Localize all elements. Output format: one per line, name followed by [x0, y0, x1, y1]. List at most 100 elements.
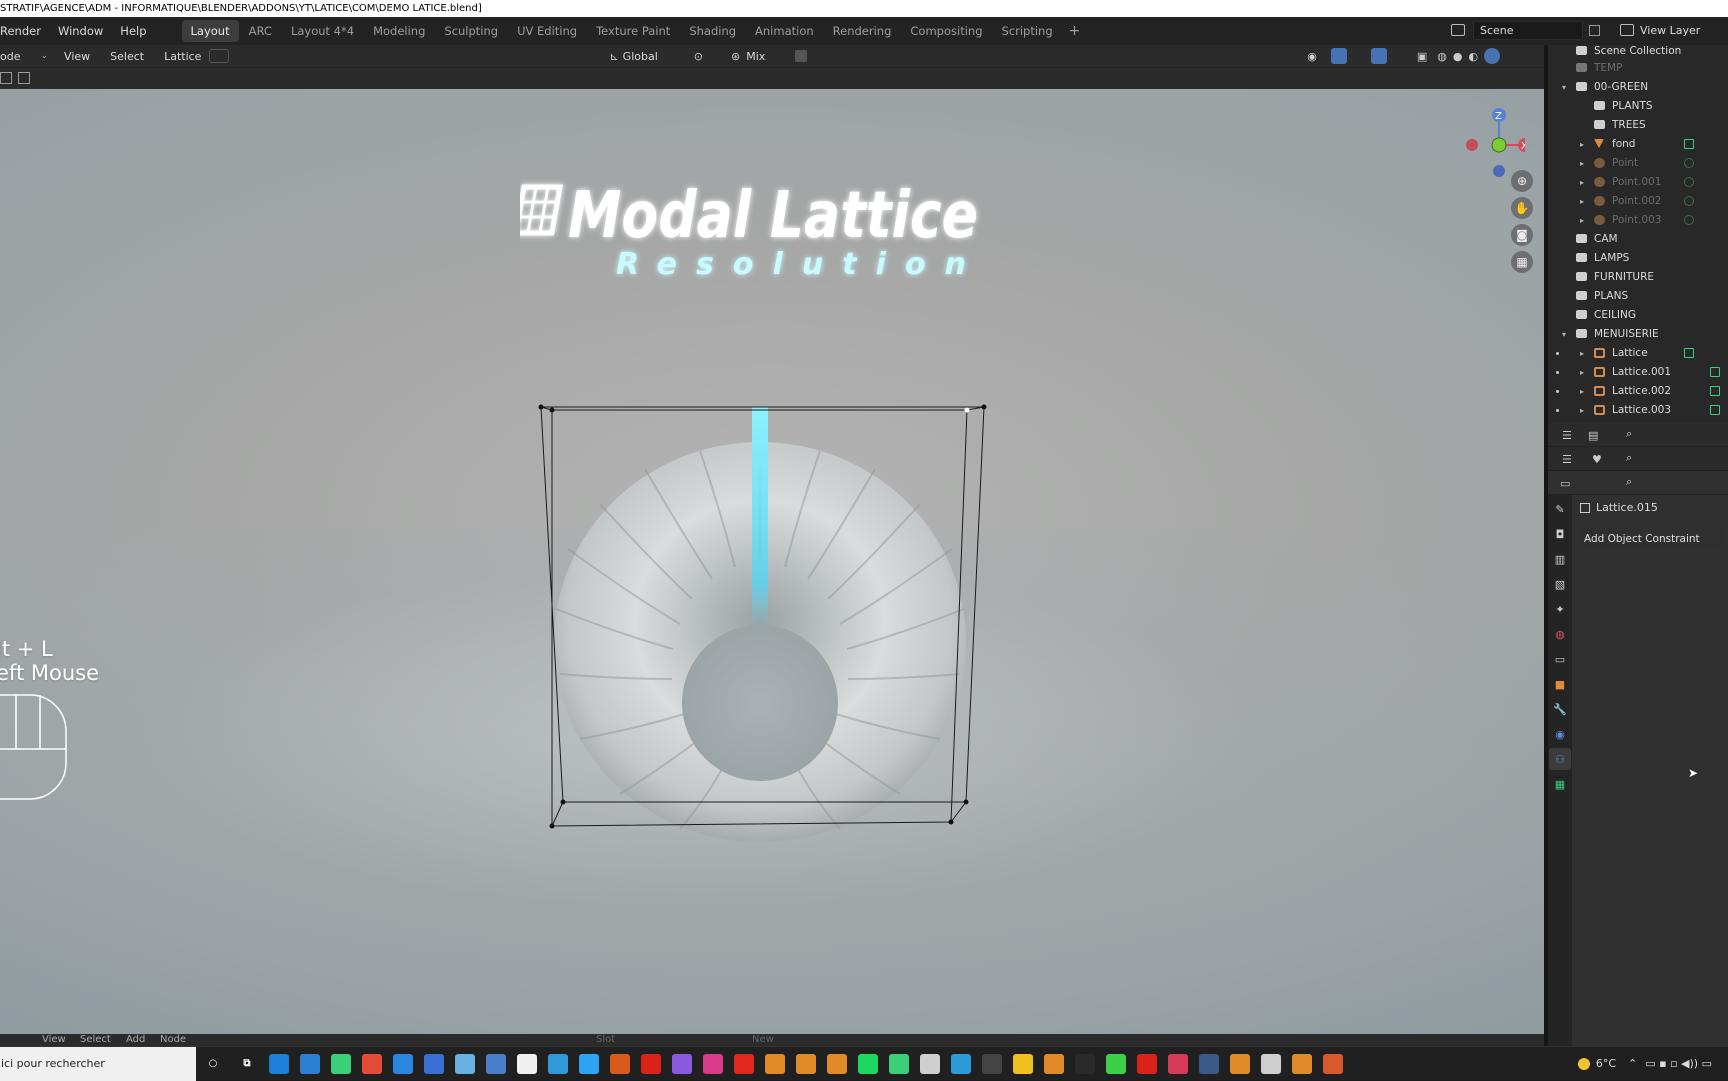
menu-window[interactable]: Window — [58, 24, 112, 38]
3d-viewport[interactable]: Modal Lattice Resolution lt + L eft Mous… — [0, 89, 1544, 1034]
autocad-app-icon[interactable] — [734, 1053, 754, 1074]
tab-texture-paint[interactable]: Texture Paint — [587, 20, 679, 42]
outliner-row-lattice-003[interactable]: ▸ Lattice.003 — [1548, 401, 1728, 420]
visibility-dot-icon[interactable] — [1556, 390, 1559, 393]
acrobat-app-icon[interactable] — [641, 1053, 661, 1074]
taskbar-search-input[interactable]: ici pour rechercher — [0, 1046, 196, 1081]
gizmo-toggle-icon[interactable] — [1330, 48, 1347, 64]
3d-app-icon[interactable] — [889, 1053, 909, 1074]
props-search-icon[interactable]: ⌕ — [1626, 475, 1632, 489]
object-data-icon[interactable] — [1684, 139, 1694, 149]
view-layer-field[interactable]: View Layer — [1640, 24, 1700, 37]
expand-arrow-icon[interactable]: ▸ — [1580, 173, 1584, 192]
expand-arrow-icon[interactable]: ▸ — [1580, 154, 1584, 173]
material-shading-icon[interactable]: ◐ — [1469, 50, 1479, 63]
tab-compositing[interactable]: Compositing — [901, 20, 991, 42]
photoshop-app-icon[interactable] — [579, 1053, 599, 1074]
blender-logo-app-icon[interactable] — [517, 1053, 537, 1074]
app-app-icon[interactable] — [1323, 1053, 1343, 1074]
tab-rendering[interactable]: Rendering — [824, 20, 901, 42]
outliner-row-ceiling[interactable]: CEILING — [1548, 306, 1728, 325]
object-data-icon[interactable] — [1710, 367, 1720, 377]
visibility-icon[interactable]: ◉ — [1307, 50, 1317, 63]
constraint-tab-icon[interactable]: ⚇ — [1549, 748, 1571, 770]
teamviewer-app-icon[interactable] — [393, 1053, 413, 1074]
outliner-row-menuiserie[interactable]: ▾ MENUISERIE — [1548, 325, 1728, 344]
add-workspace-button[interactable]: + — [1063, 23, 1087, 39]
visibility-dot-icon[interactable] — [1556, 409, 1559, 412]
tray-chevron-icon[interactable]: ⌃ — [1628, 1047, 1637, 1081]
navigation-gizmo[interactable]: Z X — [1455, 97, 1525, 177]
menu-view[interactable]: View — [64, 50, 90, 63]
copy-scene-icon[interactable] — [1589, 24, 1600, 36]
editor-type-icon[interactable]: ▭ — [1560, 477, 1570, 490]
solid-shading-icon[interactable]: ● — [1453, 50, 1463, 63]
snap-menu-icon[interactable] — [209, 49, 230, 63]
add-object-constraint-button[interactable]: Add Object Constraint — [1580, 529, 1724, 549]
outliner-row-cam[interactable]: CAM — [1548, 230, 1728, 249]
outliner-row-lamps[interactable]: LAMPS — [1548, 249, 1728, 268]
outliner-row-point-001[interactable]: ▸ Point.001 — [1548, 173, 1728, 192]
world-tab-icon[interactable]: ◍ — [1549, 623, 1571, 645]
app-app-icon[interactable] — [548, 1053, 568, 1074]
outliner-row-lattice-001[interactable]: ▸ Lattice.001 — [1548, 363, 1728, 382]
unreal-app-icon[interactable] — [920, 1053, 940, 1074]
tab-animation[interactable]: Animation — [746, 20, 823, 42]
bag-app-icon[interactable] — [424, 1053, 444, 1074]
view-layer-tab-icon[interactable]: ▧ — [1549, 573, 1571, 595]
select-mode-icon[interactable] — [0, 72, 12, 84]
node-menu-add[interactable]: Add — [126, 1034, 145, 1045]
visibility-dot-icon[interactable] — [1556, 352, 1559, 355]
tab-sculpting[interactable]: Sculpting — [435, 20, 507, 42]
perspective-grid-icon[interactable]: ▦ — [1511, 251, 1533, 273]
object-data-icon[interactable] — [1684, 348, 1694, 358]
object-data-icon[interactable] — [1684, 158, 1694, 168]
filter-icon[interactable]: ▤ — [1588, 429, 1598, 442]
epic-app-icon[interactable] — [982, 1053, 1002, 1074]
pivot-icon[interactable]: ⊙ — [694, 50, 703, 63]
maya-app-icon[interactable] — [1013, 1053, 1033, 1074]
outliner-row-point[interactable]: ▸ Point — [1548, 154, 1728, 173]
snap-icon[interactable] — [795, 50, 808, 62]
overlay-toggle-icon[interactable] — [1370, 48, 1387, 64]
steam-app-icon[interactable] — [1075, 1053, 1095, 1074]
properties-search-icon[interactable]: ⌕ — [1626, 451, 1632, 465]
object-data-icon[interactable] — [1684, 196, 1694, 206]
blender-app-icon[interactable] — [1044, 1053, 1064, 1074]
object-data-icon[interactable] — [1710, 386, 1720, 396]
lattice-data-tab-icon[interactable]: ▦ — [1549, 773, 1571, 795]
wireframe-shading-icon[interactable]: ◍ — [1437, 50, 1447, 63]
expand-arrow-icon[interactable]: ▾ — [1562, 325, 1566, 344]
favorites-icon[interactable]: ♥ — [1592, 453, 1602, 466]
aftereffects-app-icon[interactable] — [672, 1053, 692, 1074]
cortana-icon[interactable]: ○ — [202, 1053, 224, 1075]
chrome-app-icon[interactable] — [362, 1053, 382, 1074]
gizmo-neg-z-icon[interactable] — [1493, 165, 1505, 177]
menu-render[interactable]: Render — [0, 24, 50, 38]
expand-arrow-icon[interactable]: ▸ — [1580, 211, 1584, 230]
node-menu-select[interactable]: Select — [80, 1034, 111, 1045]
output-tab-icon[interactable]: ▥ — [1549, 548, 1571, 570]
scene-field[interactable]: Scene — [1473, 20, 1583, 40]
k-app-icon[interactable] — [1199, 1053, 1219, 1074]
menu-select[interactable]: Select — [110, 50, 144, 63]
tab-layout[interactable]: Layout — [181, 20, 239, 42]
expand-arrow-icon[interactable]: ▾ — [1562, 78, 1566, 97]
select-box-icon[interactable] — [18, 72, 30, 84]
modifier-tab-icon[interactable]: 🔧 — [1549, 698, 1571, 720]
tab-modeling[interactable]: Modeling — [364, 20, 434, 42]
physics-tab-icon[interactable]: ◉ — [1549, 723, 1571, 745]
gizmo-neg-x-icon[interactable] — [1466, 139, 1478, 151]
expand-arrow-icon[interactable]: ▸ — [1580, 363, 1584, 382]
blender-app-icon[interactable] — [765, 1053, 785, 1074]
scene-tab-icon[interactable]: ✦ — [1549, 598, 1571, 620]
task-view-icon[interactable]: ⧉ — [236, 1053, 258, 1075]
collection-tab-icon[interactable]: ▭ — [1549, 648, 1571, 670]
tab-uv-editing[interactable]: UV Editing — [508, 20, 586, 42]
tab-shading[interactable]: Shading — [680, 20, 745, 42]
tool-tab-icon[interactable]: ✎ — [1549, 498, 1571, 520]
blender-app-icon[interactable] — [827, 1053, 847, 1074]
outliner-row-temp[interactable]: TEMP — [1548, 59, 1728, 78]
object-data-icon[interactable] — [1710, 405, 1720, 415]
lattice-object[interactable] — [0, 89, 1544, 1034]
